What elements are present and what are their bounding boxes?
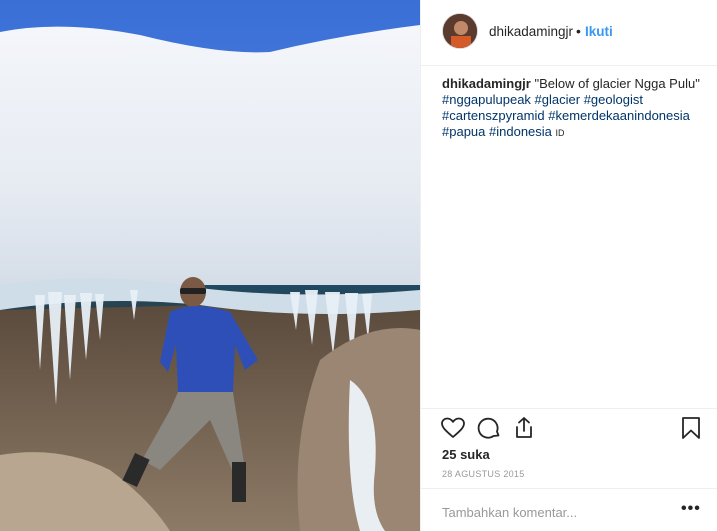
post-header: dhikadamingjr • Ikuti	[421, 0, 717, 66]
hashtag[interactable]: #papua	[442, 124, 485, 139]
avatar-image	[443, 14, 477, 48]
avatar[interactable]	[442, 13, 478, 49]
hashtag[interactable]: #glacier	[535, 92, 581, 107]
caption-username[interactable]: dhikadamingjr	[442, 76, 531, 91]
hashtag[interactable]: #nggapulupeak	[442, 92, 531, 107]
comment-bubble-icon[interactable]	[476, 415, 502, 441]
post-panel: dhikadamingjr • Ikuti dhikadamingjr "Bel…	[421, 0, 717, 531]
hashtag[interactable]: #indonesia	[489, 124, 552, 139]
action-bar	[421, 410, 717, 446]
actions-divider	[421, 408, 717, 409]
post-caption: dhikadamingjr "Below of glacier Ngga Pul…	[442, 76, 710, 141]
separator-dot: •	[576, 23, 581, 39]
comment-divider	[421, 488, 717, 489]
more-options-button[interactable]: •••	[681, 500, 701, 518]
hashtag[interactable]: #geologist	[584, 92, 643, 107]
likes-count[interactable]: 25 suka	[442, 447, 490, 462]
post-date: 28 AGUSTUS 2015	[442, 469, 525, 479]
heart-icon[interactable]	[440, 415, 466, 441]
hashtag[interactable]: #kemerdekaanindonesia	[548, 108, 690, 123]
follow-button[interactable]: Ikuti	[585, 24, 613, 39]
hashtag[interactable]: #cartenszpyramid	[442, 108, 545, 123]
post-photo[interactable]	[0, 0, 420, 531]
header-username[interactable]: dhikadamingjr	[489, 24, 573, 39]
comment-input[interactable]: Tambahkan komentar...	[442, 505, 672, 520]
share-icon[interactable]	[511, 415, 537, 441]
caption-text: "Below of glacier Ngga Pulu"	[534, 76, 700, 91]
bookmark-icon[interactable]	[678, 415, 704, 441]
flag-label: ID	[555, 128, 565, 138]
glacier-photo	[0, 0, 420, 531]
